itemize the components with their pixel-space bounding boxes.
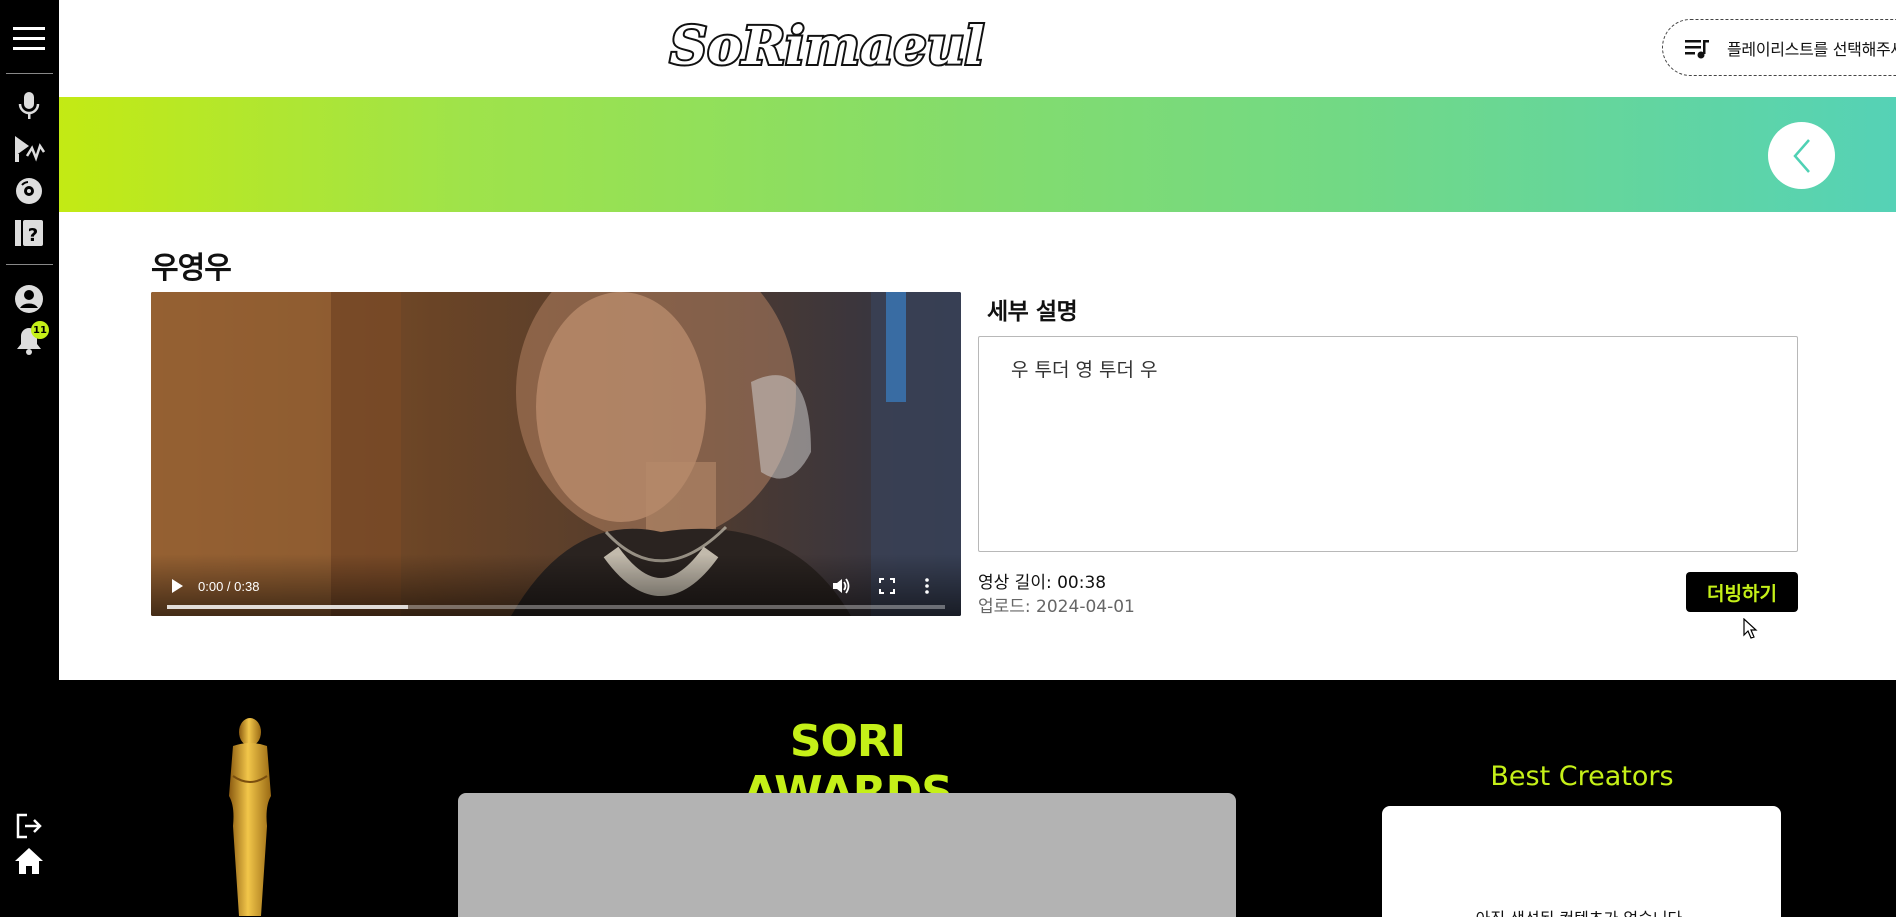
disc-icon[interactable] [10,172,48,210]
profile-icon[interactable] [10,280,48,318]
awards-panel [458,793,1236,917]
page-title: 우영우 [151,251,232,286]
sidebar-divider [6,264,53,265]
more-options-icon[interactable] [917,576,937,596]
playlist-selector[interactable]: 플레이리스트를 선택해주세요. [1662,19,1896,76]
header: SoRimaeul 플레이리스트를 선택해주세요. [59,0,1896,97]
help-icon[interactable]: ? [10,214,48,252]
chevron-left-icon [1792,138,1810,173]
upload-date: 업로드: 2024-04-01 [978,597,1135,617]
dubbing-icon[interactable] [10,130,48,168]
video-controls: 0:00 / 0:38 [151,554,961,616]
sidebar-divider [6,73,53,74]
mouse-cursor-icon [1743,618,1758,639]
logout-icon[interactable] [10,807,48,845]
svg-text:?: ? [28,225,38,246]
seek-bar[interactable] [167,605,945,609]
detail-label: 세부 설명 [987,299,1078,325]
volume-icon[interactable] [831,576,851,596]
empty-state-text: 아직 생성된 컨텐츠가 없습니다. [1382,905,1781,917]
best-creators-list: 아직 생성된 컨텐츠가 없습니다. [1382,806,1781,917]
seek-bar-buffered [167,605,409,609]
home-icon[interactable] [10,842,48,880]
banner [59,97,1896,212]
sidebar: ? 11 [0,0,59,917]
detail-description: 우 투더 영 투더 우 [978,336,1798,552]
video-duration: 영상 길이: 00:38 [978,573,1107,593]
fullscreen-icon[interactable] [877,576,897,596]
logo[interactable]: SoRimaeul [667,12,987,82]
playlist-label: 플레이리스트를 선택해주세요. [1727,39,1896,59]
play-icon[interactable] [167,576,187,596]
dub-button[interactable]: 더빙하기 [1686,572,1798,612]
logo-text: SoRimaeul [670,16,985,77]
playlist-icon [1685,39,1709,58]
trophy-icon [229,718,271,916]
microphone-icon[interactable] [10,87,48,125]
back-button[interactable] [1768,122,1835,189]
video-time: 0:00 / 0:38 [198,579,260,594]
video-player[interactable]: 0:00 / 0:38 [151,292,961,616]
best-creators-title: Best Creators [1490,761,1674,792]
notification-badge: 11 [31,321,49,339]
menu-icon[interactable] [10,20,48,58]
